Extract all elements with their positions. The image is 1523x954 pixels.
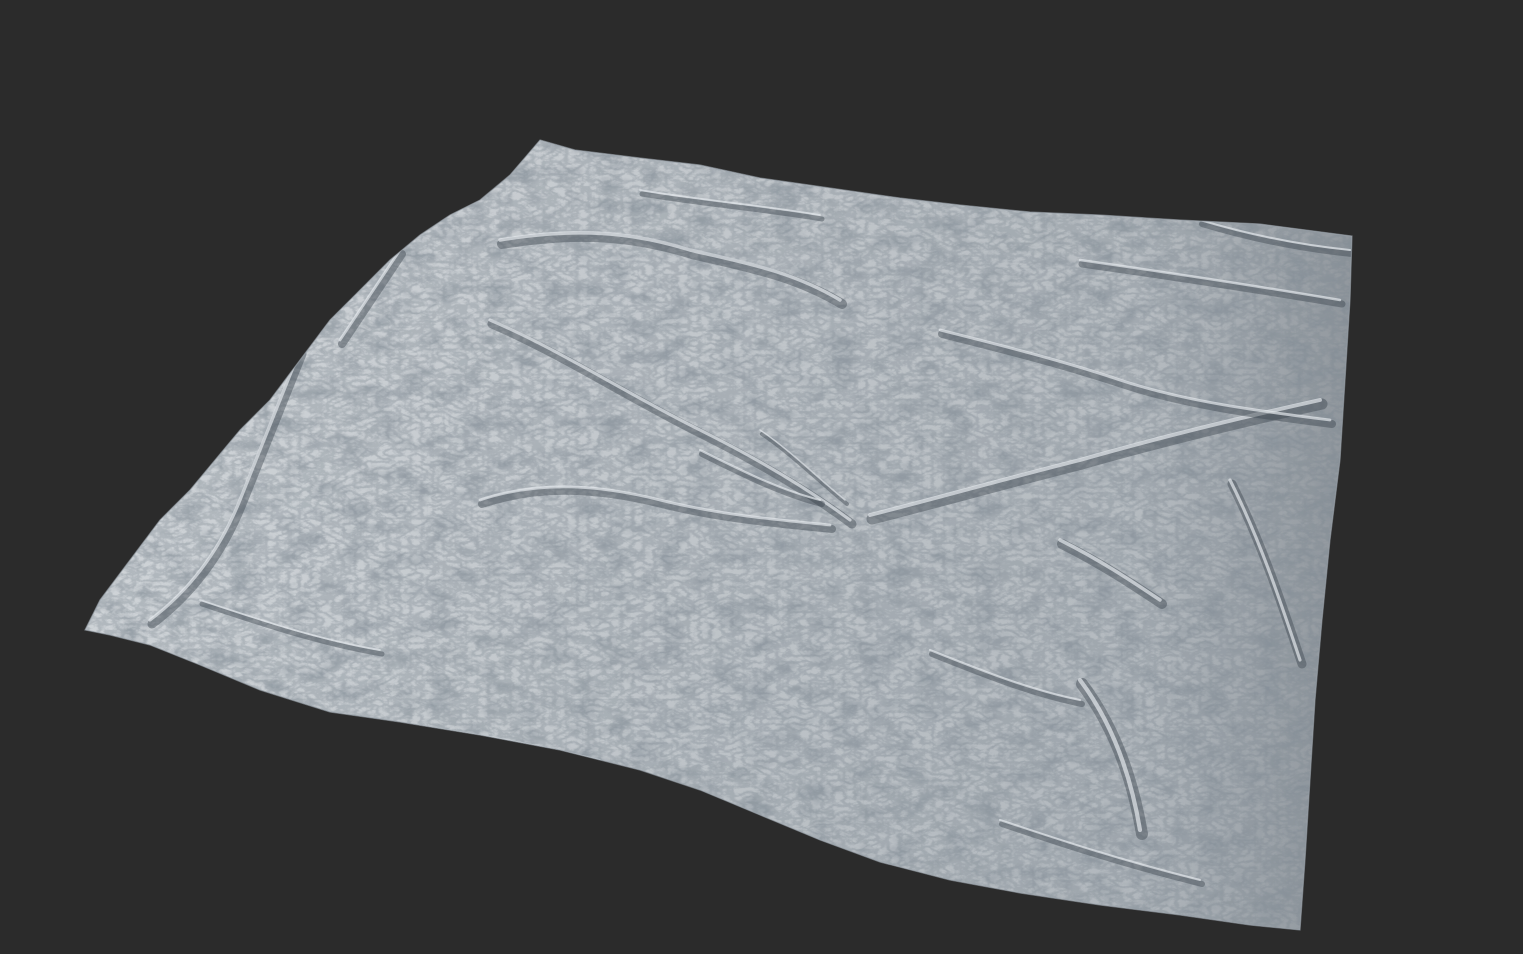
- render-viewport[interactable]: [0, 0, 1523, 954]
- terrain-render: [84, 139, 1353, 931]
- terrain-fine-texture: [85, 140, 1352, 930]
